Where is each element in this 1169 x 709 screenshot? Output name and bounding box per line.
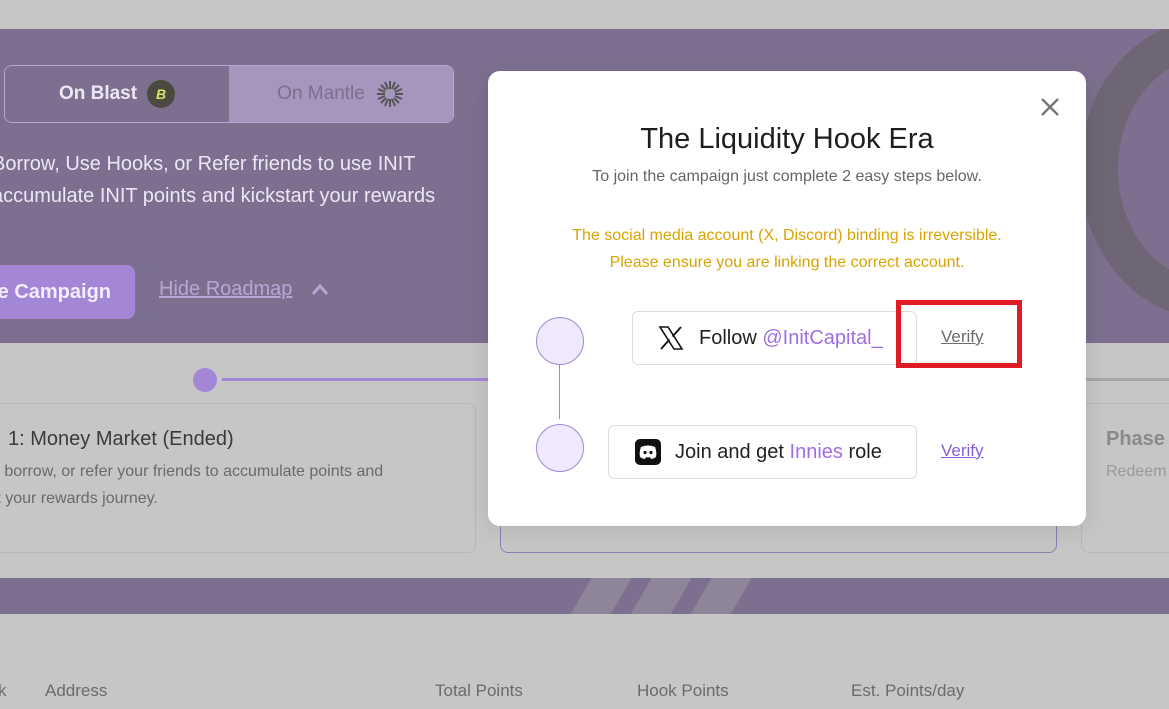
hide-roadmap-link[interactable]: Hide Roadmap [159, 278, 330, 301]
phase-1-description: t, borrow, or refer your friends to accu… [0, 458, 383, 512]
timeline-line-future [1085, 378, 1169, 381]
warning-line-2: Please ensure you are linking the correc… [609, 254, 965, 271]
top-strip [0, 0, 1169, 29]
x-handle: @InitCapital_ [762, 326, 883, 349]
timeline-line [222, 378, 512, 381]
step-1-indicator [536, 317, 584, 365]
phase-1-desc-line-1: t, borrow, or refer your friends to accu… [0, 463, 384, 480]
phase-card-1: 1: Money Market (Ended) t, borrow, or re… [0, 403, 476, 553]
column-header-total-points: Total Points [435, 681, 523, 700]
hide-roadmap-label: Hide Roadmap [159, 278, 293, 300]
modal-subtitle: To join the campaign just complete 2 eas… [592, 168, 982, 185]
discord-role: Innies [789, 440, 843, 463]
on-mantle-label: On Mantle [277, 83, 365, 104]
phase-1-desc-line-2: rt your rewards journey. [0, 490, 158, 507]
follow-prefix: Follow [699, 326, 757, 349]
join-campaign-button[interactable]: e Campaign [0, 265, 135, 319]
decorative-band [0, 578, 1169, 614]
network-toggle: On Blast B On Mantle [4, 65, 454, 123]
column-header-address: Address [45, 681, 108, 700]
follow-label: Follow @InitCapital_ [699, 327, 883, 350]
warning-line-1: The social media account (X, Discord) bi… [572, 227, 1002, 244]
hero-line-1: Borrow, Use Hooks, or Refer friends to u… [0, 153, 416, 175]
discord-label: Join and get Innies role [675, 441, 882, 464]
highlight-box [896, 300, 1022, 368]
discord-suffix: role [848, 440, 882, 463]
band-stripe [625, 578, 695, 614]
modal-title: The Liquidity Hook Era [640, 123, 934, 155]
discord-prefix: Join and get [675, 440, 784, 463]
x-logo-icon [658, 326, 684, 350]
decorative-ring [1080, 29, 1169, 319]
discord-logo-icon [635, 439, 661, 465]
chevron-up-icon [312, 283, 329, 295]
step-2-indicator [536, 424, 584, 472]
phase-3-description: Redeem [1106, 463, 1167, 480]
hero-line-2: accumulate INIT points and kickstart you… [0, 185, 436, 207]
blast-logo-icon: B [147, 80, 176, 108]
column-header-hook-points: Hook Points [637, 681, 729, 700]
phase-1-title: 1: Money Market (Ended) [8, 428, 234, 450]
column-header-est-points-day: Est. Points/day [851, 681, 965, 700]
leaderboard-section: k Address Total Points Hook Points Est. … [0, 614, 1169, 709]
on-blast-button[interactable]: On Blast B [5, 66, 229, 122]
campaign-modal: The Liquidity Hook Era To join the campa… [488, 71, 1086, 526]
binding-warning: The social media account (X, Discord) bi… [488, 222, 1086, 276]
step-connector [559, 365, 560, 419]
on-mantle-button[interactable]: On Mantle [229, 66, 453, 122]
band-stripe [565, 578, 635, 614]
column-header-rank: k [0, 681, 7, 700]
join-discord-button[interactable]: Join and get Innies role [608, 425, 917, 479]
timeline-dot [193, 368, 217, 392]
phase-3-title: Phase [1106, 428, 1165, 450]
band-stripe [685, 578, 755, 614]
mantle-logo-icon [376, 81, 403, 107]
on-blast-label: On Blast [58, 83, 138, 104]
verify-discord-link[interactable]: Verify [941, 441, 984, 461]
close-icon[interactable] [1038, 95, 1062, 119]
follow-x-button[interactable]: Follow @InitCapital_ [632, 311, 917, 365]
phase-card-3: Phase Redeem [1081, 403, 1169, 553]
hero-description: Borrow, Use Hooks, or Refer friends to u… [0, 148, 490, 212]
